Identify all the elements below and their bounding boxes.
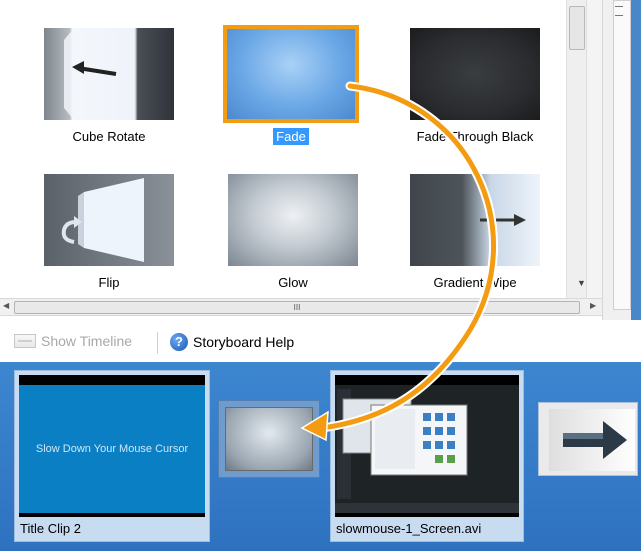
clip-thumbnail xyxy=(335,375,519,517)
show-timeline-button[interactable]: Show Timeline xyxy=(14,333,132,349)
tile-label: Cube Rotate xyxy=(72,129,146,144)
storyboard-help-label: Storyboard Help xyxy=(193,334,295,350)
timeline-icon xyxy=(14,334,36,348)
fade-transition-thumbnail xyxy=(225,407,313,471)
show-timeline-label: Show Timeline xyxy=(41,333,133,349)
flip-icon xyxy=(61,178,144,262)
scroll-right-arrow-icon[interactable]: ▶ xyxy=(590,301,596,310)
tile-label: Gradient Wipe xyxy=(433,275,517,290)
fade-through-black-thumbnail xyxy=(410,28,540,120)
glow-thumbnail xyxy=(228,174,358,266)
horizontal-scroll-thumb[interactable]: III xyxy=(14,301,580,314)
scroll-grip: III xyxy=(293,303,301,312)
tile-label: Glow xyxy=(278,275,308,290)
desktop-screenshot-icon xyxy=(335,385,519,513)
title-card-text: Slow Down Your Mouse Cursor xyxy=(19,385,205,513)
tile-label: Fade xyxy=(273,128,309,145)
clip-label: slowmouse-1_Screen.avi xyxy=(336,521,482,536)
storyboard-help-button[interactable]: ? Storyboard Help xyxy=(170,333,294,351)
storyboard-clip-title[interactable]: Slow Down Your Mouse Cursor Title Clip 2 xyxy=(14,370,210,542)
arrow-right-icon xyxy=(480,214,526,226)
storyboard-clip-next[interactable] xyxy=(538,402,638,476)
arrow-right-icon xyxy=(563,421,627,459)
grip-icon[interactable] xyxy=(615,6,623,16)
help-icon: ? xyxy=(170,333,188,351)
scroll-down-arrow-icon[interactable]: ▼ xyxy=(577,278,586,288)
gallery-horizontal-scrollbar[interactable]: ◀ III ▶ xyxy=(0,298,602,316)
fade-thumbnail xyxy=(223,25,359,123)
transitions-gallery: Cube Rotate Fade Fade Through Black Flip… xyxy=(0,0,566,298)
video-frame xyxy=(335,385,519,513)
gallery-vertical-scrollbar[interactable]: ▼ xyxy=(566,0,602,298)
scroll-left-arrow-icon[interactable]: ◀ xyxy=(3,301,9,310)
storyboard-clip-video[interactable]: slowmouse-1_Screen.avi xyxy=(330,370,524,542)
transition-drop-slot[interactable] xyxy=(218,400,320,478)
clip-label: Title Clip 2 xyxy=(20,521,81,536)
tile-label: Fade Through Black xyxy=(416,129,534,144)
flip-thumbnail xyxy=(44,174,174,266)
arrow-left-icon xyxy=(64,28,134,120)
tile-label: Flip xyxy=(98,275,120,290)
preview-panel-edge xyxy=(602,0,641,320)
cube-rotate-thumbnail xyxy=(44,28,174,120)
clip-thumbnail: Slow Down Your Mouse Cursor xyxy=(19,375,205,517)
storyboard-toolbar: Show Timeline ? Storyboard Help xyxy=(0,320,641,362)
toolbar-divider xyxy=(157,332,158,354)
gradient-wipe-thumbnail xyxy=(410,174,540,266)
vertical-scroll-thumb[interactable] xyxy=(569,6,585,50)
storyboard: Slow Down Your Mouse Cursor Title Clip 2 xyxy=(0,362,641,551)
